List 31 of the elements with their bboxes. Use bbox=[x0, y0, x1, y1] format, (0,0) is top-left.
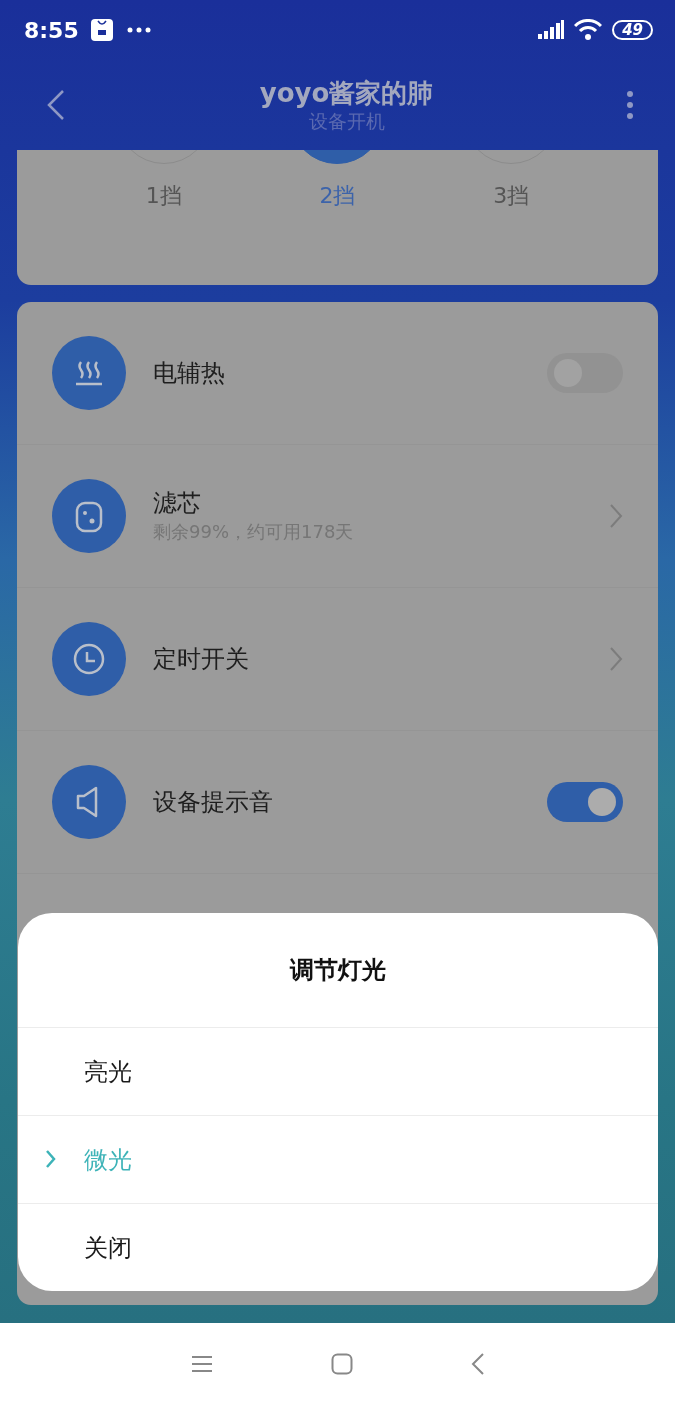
home-icon[interactable] bbox=[330, 1353, 353, 1375]
speed-label: 1挡 bbox=[145, 182, 182, 210]
back-icon[interactable] bbox=[46, 89, 66, 121]
heat-waves-icon bbox=[52, 336, 126, 410]
setting-label: 滤芯 bbox=[153, 488, 202, 519]
wifi-icon bbox=[574, 19, 603, 41]
speed-label: 3挡 bbox=[493, 182, 530, 210]
signal-icon bbox=[538, 20, 565, 40]
page-title: yoyo酱家的肺 bbox=[259, 77, 434, 109]
option-item[interactable]: 关闭 bbox=[18, 1204, 658, 1291]
chevron-right-icon bbox=[45, 1149, 56, 1169]
speaker-icon bbox=[52, 765, 126, 839]
setting-label: 设备提示音 bbox=[153, 787, 274, 818]
menu-icon[interactable] bbox=[190, 1355, 213, 1373]
setting-label: 电辅热 bbox=[153, 358, 226, 389]
chevron-right-icon[interactable] bbox=[609, 503, 623, 529]
more-notifications-icon bbox=[126, 27, 151, 33]
chevron-right-icon[interactable] bbox=[609, 646, 623, 672]
filter-icon bbox=[52, 479, 126, 553]
more-icon[interactable] bbox=[627, 91, 633, 119]
back-icon[interactable] bbox=[470, 1352, 485, 1376]
option-item[interactable]: 亮光 bbox=[18, 1028, 658, 1116]
battery-indicator: 49 bbox=[612, 20, 653, 40]
dialog-title: 调节灯光 bbox=[290, 955, 386, 986]
page-subtitle: 设备开机 bbox=[308, 109, 385, 133]
toggle-switch[interactable] bbox=[547, 782, 623, 822]
store-icon bbox=[90, 19, 113, 41]
setting-label: 定时开关 bbox=[153, 644, 250, 675]
status-time: 8:55 bbox=[24, 17, 79, 43]
speed-label: 2挡 bbox=[319, 182, 356, 210]
clock-icon bbox=[52, 622, 126, 696]
